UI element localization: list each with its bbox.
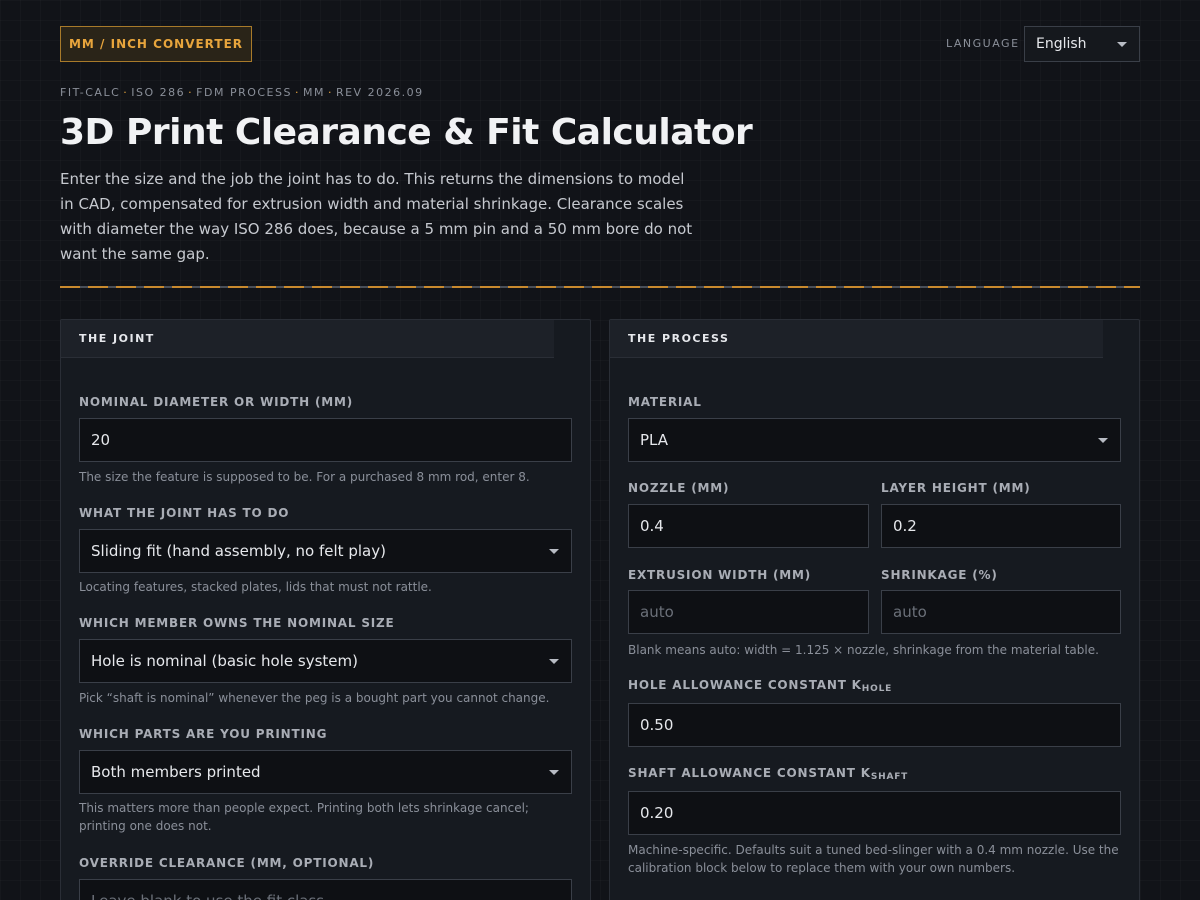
divider [60, 286, 1140, 288]
chevron-down-icon [549, 549, 559, 554]
layer-height-input[interactable]: 0.2 [881, 504, 1121, 548]
nominal-hint: The size the feature is supposed to be. … [79, 470, 530, 484]
meta-item: ISO 286 [131, 86, 186, 99]
meta-separator: · [123, 86, 129, 99]
extrusion-width-label: EXTRUSION WIDTH (MM) [628, 568, 812, 582]
process-panel: THE PROCESS MATERIAL PLA NOZZLE (MM) 0.4… [609, 319, 1140, 900]
chevron-down-icon [1098, 438, 1108, 443]
language-label: LANGUAGE [946, 37, 1020, 50]
meta-item: REV 2026.09 [335, 86, 424, 99]
nominal-member-select[interactable]: Hole is nominal (basic hole system) [79, 639, 572, 683]
job-label: WHAT THE JOINT HAS TO DO [79, 506, 290, 520]
printed-parts-value: Both members printed [91, 763, 261, 781]
parts-hint: This matters more than people expect. Pr… [79, 801, 529, 833]
member-label: WHICH MEMBER OWNS THE NOMINAL SIZE [79, 616, 395, 630]
meta-separator: · [188, 86, 194, 99]
member-hint: Pick “shaft is nominal” whenever the peg… [79, 691, 550, 705]
nozzle-input[interactable]: 0.4 [628, 504, 869, 548]
meta-line: FIT-CALC · ISO 286 · FDM PROCESS · MM · REV 2026… [60, 86, 424, 99]
meta-separator: · [327, 86, 333, 99]
override-label: OVERRIDE CLEARANCE (MM, OPTIONAL) [79, 856, 375, 870]
nominal-member-value: Hole is nominal (basic hole system) [91, 652, 358, 670]
hole-constant-label: HOLE ALLOWANCE CONSTANT KHOLE [628, 678, 893, 694]
joint-job-select[interactable]: Sliding fit (hand assembly, no felt play… [79, 529, 572, 573]
intro-text: Enter the size and the job the joint has… [60, 170, 693, 263]
meta-item: FDM PROCESS [196, 86, 292, 99]
hole-constant-input[interactable]: 0.50 [628, 703, 1121, 747]
page-title: 3D Print Clearance & Fit Calculator [60, 112, 753, 153]
chevron-down-icon [549, 659, 559, 664]
meta-item: MM [302, 86, 325, 99]
shrinkage-input[interactable]: auto [881, 590, 1121, 634]
material-select[interactable]: PLA [628, 418, 1121, 462]
language-select[interactable]: English [1024, 26, 1140, 62]
job-hint: Locating features, stacked plates, lids … [79, 580, 432, 594]
chevron-down-icon [1117, 42, 1127, 47]
joint-job-value: Sliding fit (hand assembly, no felt play… [91, 542, 386, 560]
override-clearance-input[interactable]: Leave blank to use the fit class [79, 879, 572, 900]
shaft-constant-input[interactable]: 0.20 [628, 791, 1121, 835]
layer-height-label: LAYER HEIGHT (MM) [881, 481, 1031, 495]
auto-hint: Blank means auto: width = 1.125 × nozzle… [628, 643, 1099, 657]
mm-inch-converter-button[interactable]: MM / INCH CONVERTER [60, 26, 252, 62]
shrinkage-label: SHRINKAGE (%) [881, 568, 998, 582]
chevron-down-icon [549, 770, 559, 775]
shaft-constant-label: SHAFT ALLOWANCE CONSTANT KSHAFT [628, 766, 909, 782]
joint-panel-heading: THE JOINT [61, 320, 554, 358]
material-label: MATERIAL [628, 395, 702, 409]
joint-panel: THE JOINT NOMINAL DIAMETER OR WIDTH (MM)… [60, 319, 591, 900]
extrusion-width-input[interactable]: auto [628, 590, 869, 634]
meta-separator: · [294, 86, 300, 99]
printed-parts-select[interactable]: Both members printed [79, 750, 572, 794]
nozzle-label: NOZZLE (MM) [628, 481, 730, 495]
process-panel-heading: THE PROCESS [610, 320, 1103, 358]
nominal-input[interactable]: 20 [79, 418, 572, 462]
parts-label: WHICH PARTS ARE YOU PRINTING [79, 727, 328, 741]
material-value: PLA [640, 431, 669, 449]
language-select-value: English [1036, 36, 1087, 52]
meta-item: FIT-CALC [60, 86, 121, 99]
nominal-label: NOMINAL DIAMETER OR WIDTH (MM) [79, 395, 353, 409]
machine-hint: Machine-specific. Defaults suit a tuned … [628, 843, 1119, 875]
